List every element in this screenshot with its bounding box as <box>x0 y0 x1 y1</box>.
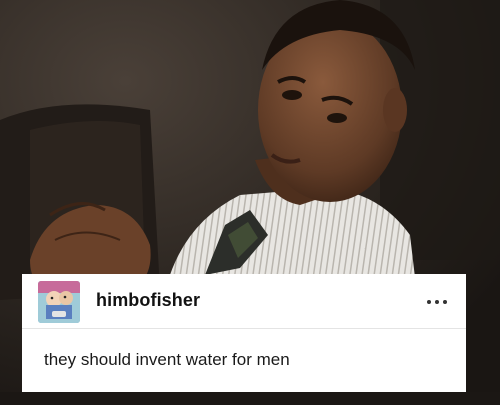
username-link[interactable]: himbofisher <box>96 290 200 311</box>
post-header: himbofisher <box>22 274 466 329</box>
post-text: they should invent water for men <box>44 350 290 369</box>
more-options-button[interactable] <box>422 288 452 312</box>
ellipsis-horizontal-icon <box>425 291 449 309</box>
post-card: himbofisher they should invent water for… <box>22 274 466 392</box>
avatar-icon <box>38 281 80 323</box>
avatar[interactable] <box>38 281 80 323</box>
